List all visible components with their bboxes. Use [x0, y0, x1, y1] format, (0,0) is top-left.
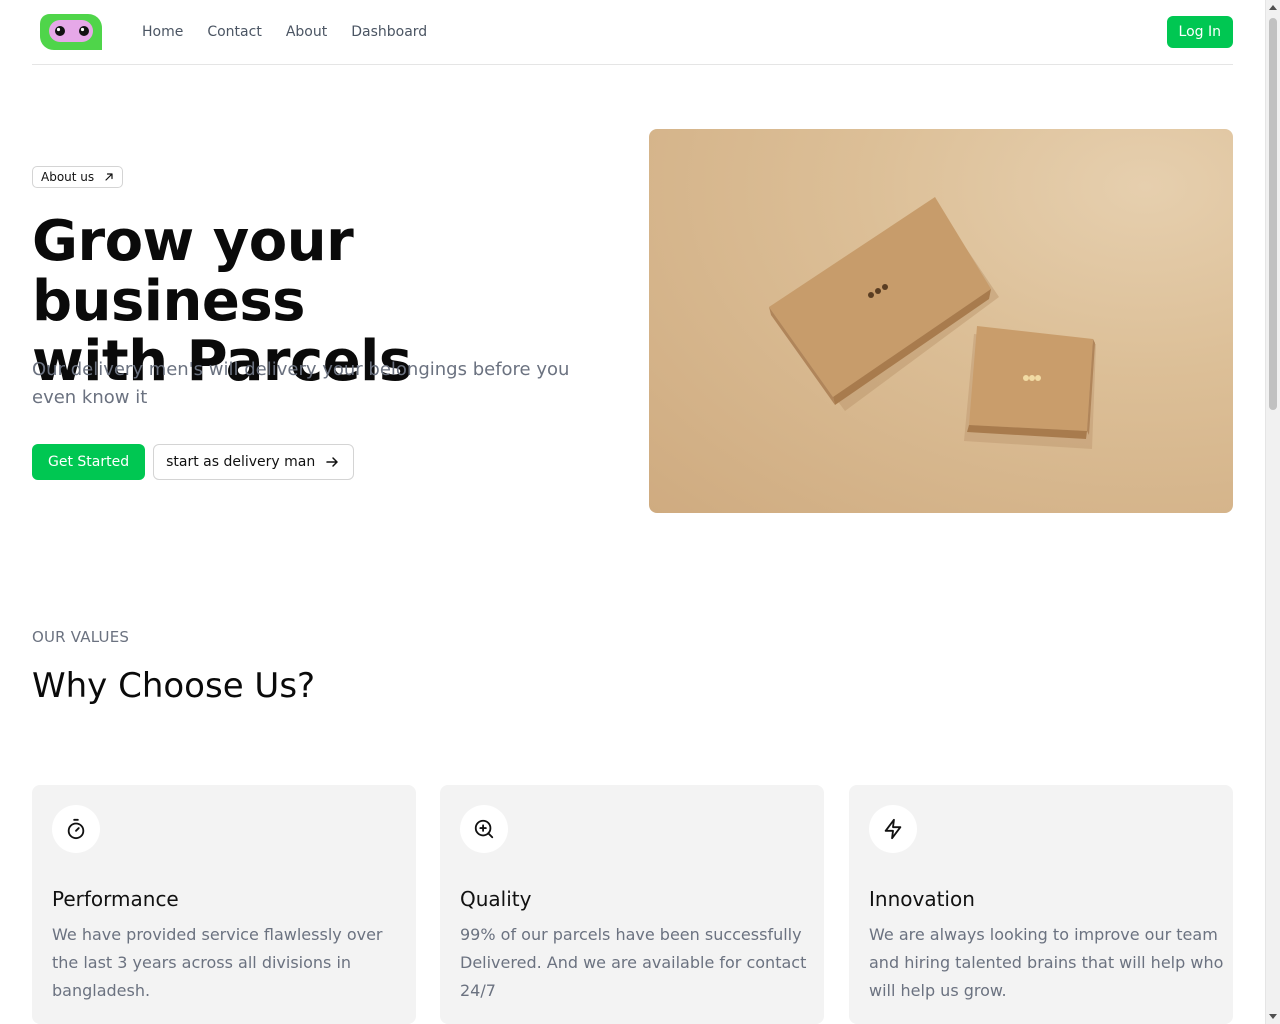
top-navbar: Home Contact About Dashboard Log In [32, 0, 1233, 65]
nav-links: Home Contact About Dashboard [142, 22, 451, 42]
about-us-badge-label: About us [41, 170, 95, 184]
scroll-down-arrow-icon[interactable] [1269, 1014, 1277, 1019]
parcel-boxes-illustration [769, 197, 1096, 449]
nav-link-contact[interactable]: Contact [207, 22, 261, 42]
about-us-badge[interactable]: About us [32, 166, 124, 188]
login-button[interactable]: Log In [1166, 16, 1233, 48]
hero-actions: Get Started start as delivery man [32, 444, 355, 480]
value-card-quality: Quality 99% of our parcels have been suc… [440, 785, 824, 1024]
arrow-up-right-icon [105, 173, 113, 181]
arrow-right-icon [326, 457, 338, 467]
nav-link-home[interactable]: Home [142, 22, 183, 42]
card-title: Quality [460, 887, 532, 911]
card-title: Performance [52, 887, 179, 911]
landing-page: Home Contact About Dashboard Log In Abou… [0, 0, 1265, 1024]
value-card-performance: Performance We have provided service fla… [32, 785, 416, 1024]
card-text: We have provided service flawlessly over… [52, 925, 383, 1000]
nav-link-dashboard[interactable]: Dashboard [351, 22, 427, 42]
get-started-button[interactable]: Get Started [32, 444, 146, 480]
values-eyebrow: OUR VALUES [32, 628, 130, 646]
zoom-in-icon [460, 805, 508, 853]
card-text: 99% of our parcels have been successfull… [460, 925, 807, 1000]
hero-image [649, 129, 1233, 513]
values-title: Why Choose Us? [32, 666, 316, 706]
delivery-man-button-label: start as delivery man [166, 454, 316, 470]
scrollbar-thumb[interactable] [1269, 18, 1277, 410]
nav-link-about[interactable]: About [286, 22, 327, 42]
card-text: We are always looking to improve our tea… [869, 925, 1224, 1000]
card-title: Innovation [869, 887, 975, 911]
owl-logo-icon[interactable] [40, 14, 102, 50]
delivery-man-button[interactable]: start as delivery man [153, 444, 355, 480]
stopwatch-icon [52, 805, 100, 853]
hero-subtitle: Our delivery men's will delivery your be… [32, 359, 570, 408]
scroll-up-arrow-icon[interactable] [1269, 5, 1277, 10]
lightning-icon [869, 805, 917, 853]
hero-title-line-1: Grow your business [32, 209, 354, 334]
value-card-innovation: Innovation We are always looking to impr… [849, 785, 1233, 1024]
page-scrollbar[interactable] [1265, 0, 1280, 1024]
